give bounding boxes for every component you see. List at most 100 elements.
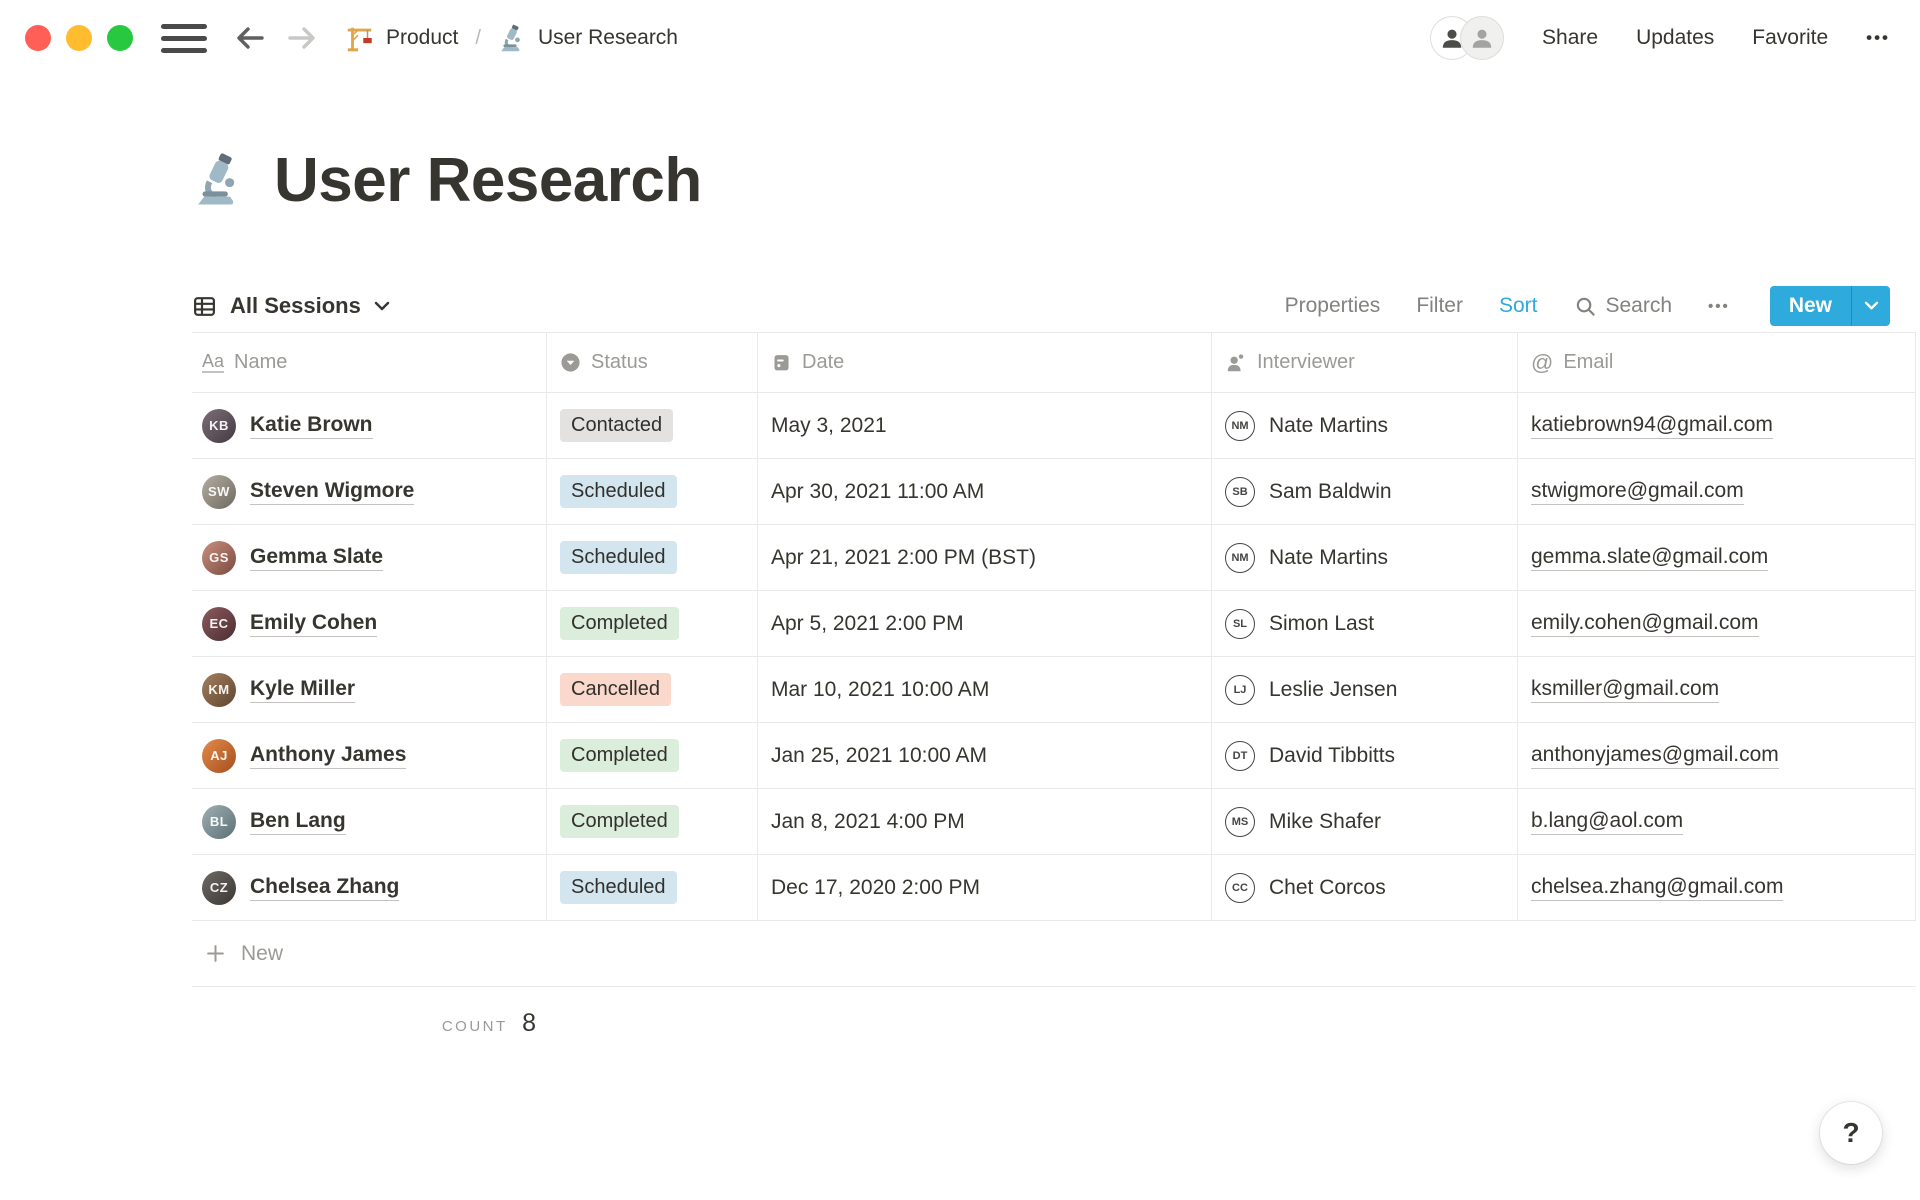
date-cell[interactable]: Jan 8, 2021 4:00 PM (758, 789, 1212, 855)
avatar: CZ (202, 870, 236, 905)
date-cell[interactable]: Jan 25, 2021 10:00 AM (758, 723, 1212, 789)
status-badge: Scheduled (560, 541, 677, 574)
table-header-row: Aa Name Status Date Interviewer @ Email (192, 333, 1916, 393)
status-badge: Completed (560, 607, 679, 640)
add-row-label: New (241, 941, 284, 965)
table-row: KM Kyle Miller Cancelled Mar 10, 2021 10… (192, 657, 1916, 723)
properties-button[interactable]: Properties (1285, 294, 1381, 318)
interviewer-cell[interactable]: DT David Tibbitts (1212, 723, 1518, 789)
email-cell[interactable]: ksmiller@gmail.com (1518, 657, 1916, 723)
status-cell[interactable]: Scheduled (547, 525, 758, 591)
email-text: b.lang@aol.com (1531, 809, 1684, 835)
interviewer-cell[interactable]: SB Sam Baldwin (1212, 459, 1518, 525)
column-header-email[interactable]: @ Email (1518, 333, 1916, 393)
table-row: AJ Anthony James Completed Jan 25, 2021 … (192, 723, 1916, 789)
email-cell[interactable]: katiebrown94@gmail.com (1518, 393, 1916, 459)
share-button[interactable]: Share (1542, 26, 1598, 50)
search-button[interactable]: Search (1574, 294, 1672, 318)
window-topbar: Product / User Research Share Updates Fa… (0, 0, 1920, 76)
sidebar-toggle-icon[interactable] (161, 23, 207, 53)
row-name: Katie Brown (250, 413, 373, 439)
email-cell[interactable]: stwigmore@gmail.com (1518, 459, 1916, 525)
more-options-icon[interactable]: ••• (1866, 28, 1890, 48)
view-switcher[interactable]: All Sessions (192, 293, 390, 319)
breadcrumb-item-product[interactable]: Product (345, 23, 458, 53)
name-cell[interactable]: KB Katie Brown (192, 393, 547, 459)
interviewer-cell[interactable]: NM Nate Martins (1212, 525, 1518, 591)
updates-button[interactable]: Updates (1636, 26, 1714, 50)
name-cell[interactable]: SW Steven Wigmore (192, 459, 547, 525)
email-cell[interactable]: emily.cohen@gmail.com (1518, 591, 1916, 657)
status-cell[interactable]: Scheduled (547, 855, 758, 921)
date-cell[interactable]: Dec 17, 2020 2:00 PM (758, 855, 1212, 921)
new-record-button[interactable]: New (1769, 286, 1890, 326)
status-cell[interactable]: Scheduled (547, 459, 758, 525)
email-cell[interactable]: b.lang@aol.com (1518, 789, 1916, 855)
interviewer-cell[interactable]: SL Simon Last (1212, 591, 1518, 657)
column-header-date[interactable]: Date (758, 333, 1212, 393)
collaborator-avatars[interactable] (1430, 16, 1505, 60)
status-cell[interactable]: Contacted (547, 393, 758, 459)
status-cell[interactable]: Completed (547, 591, 758, 657)
column-header-interviewer[interactable]: Interviewer (1212, 333, 1518, 393)
person-property-icon (1227, 353, 1244, 371)
name-cell[interactable]: AJ Anthony James (192, 723, 547, 789)
help-button[interactable]: ? (1820, 1102, 1882, 1164)
filter-button[interactable]: Filter (1416, 294, 1463, 318)
email-text: chelsea.zhang@gmail.com (1531, 875, 1784, 901)
date-cell[interactable]: Apr 21, 2021 2:00 PM (BST) (758, 525, 1212, 591)
sort-button[interactable]: Sort (1499, 294, 1538, 318)
interviewer-cell[interactable]: CC Chet Corcos (1212, 855, 1518, 921)
view-toolbar: All Sessions Properties Filter Sort Sear… (192, 280, 1890, 332)
forward-button[interactable] (285, 23, 319, 53)
new-button-label[interactable]: New (1770, 286, 1851, 326)
column-label: Interviewer (1257, 351, 1355, 373)
column-header-name[interactable]: Aa Name (192, 333, 547, 393)
interviewer-cell[interactable]: NM Nate Martins (1212, 393, 1518, 459)
name-cell[interactable]: EC Emily Cohen (192, 591, 547, 657)
collaborator-avatar (1460, 16, 1505, 60)
breadcrumb-label: Product (386, 26, 459, 49)
status-cell[interactable]: Completed (547, 789, 758, 855)
window-controls (25, 25, 133, 51)
help-label: ? (1842, 1117, 1860, 1148)
avatar: KM (202, 672, 236, 707)
minimize-button[interactable] (66, 25, 92, 51)
row-name: Steven Wigmore (250, 479, 415, 505)
favorite-button[interactable]: Favorite (1752, 26, 1828, 50)
date-text: Mar 10, 2021 10:00 AM (771, 677, 990, 701)
interviewer-name: Leslie Jensen (1269, 677, 1398, 701)
date-cell[interactable]: Mar 10, 2021 10:00 AM (758, 657, 1212, 723)
date-cell[interactable]: Apr 30, 2021 11:00 AM (758, 459, 1212, 525)
interviewer-name: Mike Shafer (1269, 809, 1382, 833)
column-header-status[interactable]: Status (547, 333, 758, 393)
add-row-button[interactable]: New (192, 921, 1916, 987)
date-cell[interactable]: May 3, 2021 (758, 393, 1212, 459)
back-button[interactable] (233, 23, 267, 53)
name-cell[interactable]: KM Kyle Miller (192, 657, 547, 723)
close-button[interactable] (25, 25, 51, 51)
name-cell[interactable]: BL Ben Lang (192, 789, 547, 855)
status-cell[interactable]: Cancelled (547, 657, 758, 723)
avatar: GS (202, 540, 236, 575)
table-view-icon (194, 296, 215, 316)
zoom-button[interactable] (107, 25, 133, 51)
date-cell[interactable]: Apr 5, 2021 2:00 PM (758, 591, 1212, 657)
interviewer-cell[interactable]: LJ Leslie Jensen (1212, 657, 1518, 723)
interviewer-cell[interactable]: MS Mike Shafer (1212, 789, 1518, 855)
interviewer-avatar: LJ (1225, 674, 1255, 705)
email-text: katiebrown94@gmail.com (1531, 413, 1773, 439)
row-name: Anthony James (250, 743, 407, 769)
new-button-dropdown[interactable] (1852, 286, 1890, 326)
email-cell[interactable]: gemma.slate@gmail.com (1518, 525, 1916, 591)
email-cell[interactable]: anthonyjames@gmail.com (1518, 723, 1916, 789)
name-cell[interactable]: GS Gemma Slate (192, 525, 547, 591)
email-cell[interactable]: chelsea.zhang@gmail.com (1518, 855, 1916, 921)
status-cell[interactable]: Completed (547, 723, 758, 789)
column-calculation[interactable]: COUNT 8 (192, 1009, 536, 1038)
interviewer-avatar: SB (1225, 476, 1255, 507)
name-cell[interactable]: CZ Chelsea Zhang (192, 855, 547, 921)
view-more-options-icon[interactable]: ••• (1708, 298, 1730, 315)
page-title[interactable]: User Research (274, 145, 702, 216)
breadcrumb-item-user-research[interactable]: User Research (498, 24, 678, 53)
